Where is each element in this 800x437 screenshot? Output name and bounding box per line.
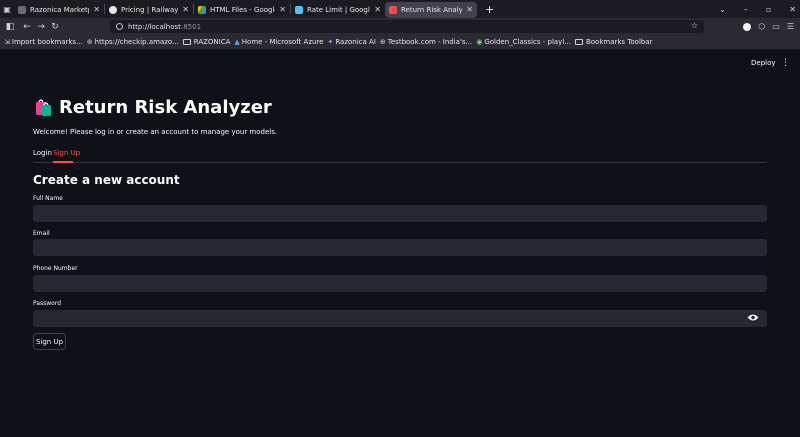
bookmark-razonica-ai[interactable]: ✦ Razonica AI <box>327 38 375 46</box>
bookmark-star-icon[interactable]: ☆ <box>691 21 698 30</box>
browser-nav-bar: ◧ ← → ↻ http://localhost:8501 ☆ ⬡ ▭ ☰ <box>0 18 800 35</box>
razonica-ai-icon: ✦ <box>327 38 334 46</box>
app-title: Return Risk Analyzer <box>59 97 272 118</box>
sidebar-toggle-icon[interactable]: ◧ <box>3 22 17 32</box>
password-input[interactable] <box>33 310 767 327</box>
bookmark-import[interactable]: ⇲ Import bookmarks... <box>4 38 83 46</box>
folder-icon <box>574 39 583 45</box>
email-input[interactable] <box>33 239 767 256</box>
close-icon[interactable]: ✕ <box>93 5 100 14</box>
phone-input[interactable] <box>33 275 767 292</box>
browser-tab-bar: ▣ Razonica Marketplace Intelli ✕ Pricing… <box>0 0 800 18</box>
url-port: :8501 <box>180 22 202 31</box>
password-label: Password <box>33 300 62 307</box>
url-host: http://localhost <box>128 22 181 31</box>
url-bar[interactable]: http://localhost:8501 ☆ <box>110 20 704 33</box>
maximize-icon[interactable]: ▫ <box>766 5 771 14</box>
bookmark-golden-classics[interactable]: ◉ Golden_Classics - playl... <box>476 38 571 46</box>
globe-icon: ⊕ <box>379 38 386 46</box>
site-info-icon[interactable] <box>116 23 123 30</box>
main-menu-icon[interactable]: ⋮ <box>781 58 790 68</box>
globe-icon: ⊕ <box>86 38 93 46</box>
phone-label: Phone Number <box>33 265 78 272</box>
bookmarks-bar: ⇲ Import bookmarks... ⊕ https://checkip.am… <box>0 35 800 50</box>
extensions-icon[interactable]: ⬡ <box>758 22 765 31</box>
forward-icon[interactable]: → <box>34 22 48 32</box>
page-title: Return Risk Analyzer <box>33 97 272 118</box>
email-label: Email <box>33 230 50 237</box>
browser-tab-razonica[interactable]: Razonica Marketplace Intelli ✕ <box>14 2 104 18</box>
auth-tabs: Login Sign Up <box>33 149 767 163</box>
import-icon: ⇲ <box>4 38 10 46</box>
deploy-button[interactable]: Deploy <box>751 59 776 67</box>
bookmark-testbook[interactable]: ⊕ Testbook.com - India's... <box>380 38 472 46</box>
shopping-bags-icon <box>36 98 51 116</box>
active-tab-indicator <box>53 161 73 163</box>
close-icon[interactable]: ✕ <box>374 5 381 14</box>
chevron-down-icon[interactable]: ⌄ <box>719 5 726 14</box>
drive-icon <box>198 5 206 14</box>
minimize-icon[interactable]: – <box>744 5 748 14</box>
toolbar-right: ⬡ ▭ ☰ <box>743 18 794 35</box>
bookmark-checkip[interactable]: ⊕ https://checkip.amazo... <box>87 38 179 46</box>
form-heading: Create a new account <box>33 173 180 187</box>
streamlit-icon <box>389 5 397 14</box>
close-icon[interactable]: ✕ <box>182 5 189 14</box>
signup-submit-button[interactable]: Sign Up <box>33 333 66 350</box>
browser-tab-ai-studio[interactable]: Rate Limit | Google AI St ✕ <box>291 2 385 18</box>
window-close-icon[interactable]: ✕ <box>789 5 796 14</box>
page-icon <box>18 5 26 14</box>
tab-list-icon[interactable]: ▣ <box>0 5 14 14</box>
new-tab-icon[interactable]: + <box>485 3 494 16</box>
globe-icon: ◉ <box>476 38 483 46</box>
full-name-label: Full Name <box>33 195 63 202</box>
browser-tab-railway[interactable]: Pricing | Railway ✕ <box>105 2 193 18</box>
full-name-input[interactable] <box>33 205 767 222</box>
menu-icon[interactable]: ☰ <box>787 22 794 31</box>
reload-icon[interactable]: ↻ <box>48 22 62 32</box>
profile-icon[interactable] <box>743 22 752 31</box>
back-icon[interactable]: ← <box>20 22 34 32</box>
window-controls: ⌄ – ▫ ✕ <box>719 0 796 18</box>
ai-studio-icon <box>295 5 303 14</box>
history-icon[interactable]: ▭ <box>772 22 780 31</box>
browser-tab-drive[interactable]: HTML Files - Google Drive ✕ <box>194 2 290 18</box>
tab-login[interactable]: Login <box>33 149 52 163</box>
railway-icon <box>109 5 117 14</box>
close-icon[interactable]: ✕ <box>279 5 286 14</box>
close-icon[interactable]: ✕ <box>466 5 473 14</box>
bookmark-razonica[interactable]: RAZONICA <box>182 38 230 46</box>
bookmark-azure[interactable]: ▲ Home - Microsoft Azure <box>234 38 323 46</box>
bookmark-toolbar[interactable]: Bookmarks Toolbar <box>574 38 653 46</box>
welcome-text: Welcome! Please log in or create an acco… <box>33 128 278 136</box>
app-header <box>0 51 800 81</box>
browser-tab-return-risk[interactable]: Return Risk Analyzer ✕ <box>385 1 477 18</box>
show-password-icon[interactable] <box>747 313 759 322</box>
folder-icon <box>182 39 191 45</box>
azure-icon: ▲ <box>234 38 240 46</box>
